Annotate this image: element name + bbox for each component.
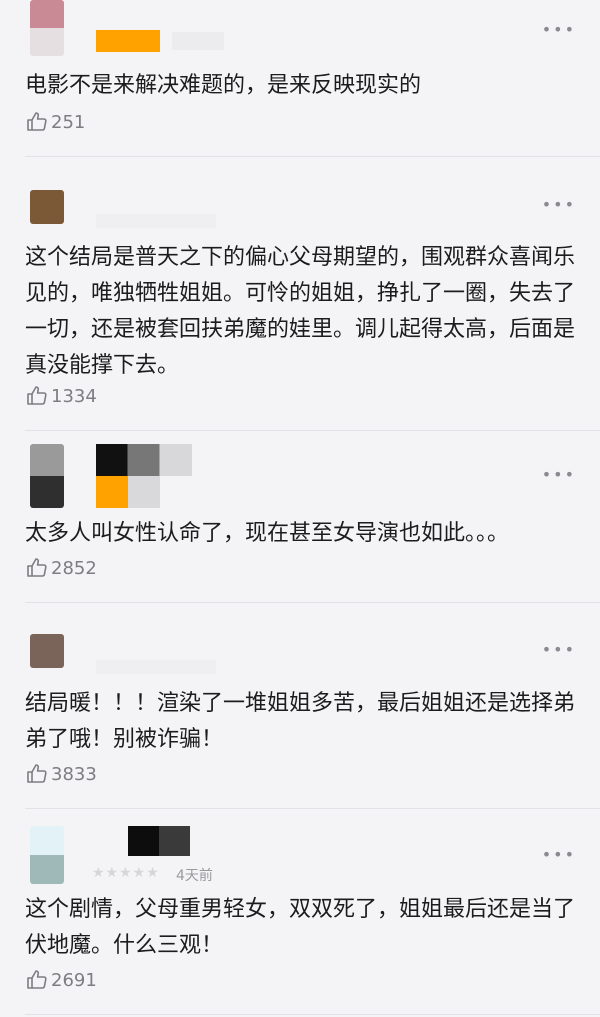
thumbs-up-icon (25, 762, 49, 786)
user-level-badge (96, 476, 160, 508)
divider (25, 156, 600, 157)
username[interactable] (96, 444, 192, 476)
avatar[interactable] (30, 826, 64, 884)
username[interactable] (96, 214, 216, 228)
like-button[interactable]: 1334 (25, 384, 97, 408)
like-count: 2852 (51, 557, 97, 579)
divider (25, 430, 600, 431)
more-dots-icon[interactable]: ••• (542, 20, 576, 39)
more-dots-icon[interactable]: ••• (542, 845, 576, 864)
comment-text: 这个剧情，父母重男轻女，双双死了，姐姐最后还是当了伏地魔。什么三观！ (25, 897, 576, 958)
avatar[interactable] (30, 634, 64, 668)
thumbs-up-icon (25, 384, 49, 408)
more-dots-icon[interactable]: ••• (542, 465, 576, 484)
username[interactable] (96, 660, 216, 674)
like-button[interactable]: 2852 (25, 556, 97, 580)
like-button[interactable]: 251 (25, 110, 85, 134)
like-count: 2691 (51, 969, 97, 991)
comment-text: 这个结局是普天之下的偏心父母期望的，围观群众喜闻乐见的，唯独牺牲姐姐。可怜的姐姐… (25, 245, 576, 378)
more-dots-icon[interactable]: ••• (542, 195, 576, 214)
username[interactable] (96, 30, 160, 52)
divider (25, 808, 600, 809)
avatar[interactable] (30, 444, 64, 508)
username[interactable] (128, 826, 190, 856)
divider (25, 602, 600, 603)
comment-text: 太多人叫女性认命了，现在甚至女导演也如此。。。 (25, 521, 510, 546)
like-button[interactable]: 2691 (25, 968, 97, 992)
time (172, 32, 224, 50)
avatar[interactable] (30, 0, 64, 56)
thumbs-up-icon (25, 556, 49, 580)
like-count: 1334 (51, 385, 97, 407)
rating-stars: ★★★★★ (92, 865, 160, 881)
thumbs-up-icon (25, 968, 49, 992)
like-count: 3833 (51, 763, 97, 785)
comment-time: 4天前 (176, 868, 213, 884)
comment-text: 结局暖！！！渲染了一堆姐姐多苦，最后姐姐还是选择弟弟了哦！别被诈骗！ (25, 691, 576, 752)
comment-text: 电影不是来解决难题的，是来反映现实的 (25, 73, 422, 98)
more-dots-icon[interactable]: ••• (542, 640, 576, 659)
avatar[interactable] (30, 190, 64, 224)
like-count: 251 (51, 111, 86, 133)
divider (25, 1014, 600, 1015)
thumbs-up-icon (25, 110, 49, 134)
like-button[interactable]: 3833 (25, 762, 97, 786)
